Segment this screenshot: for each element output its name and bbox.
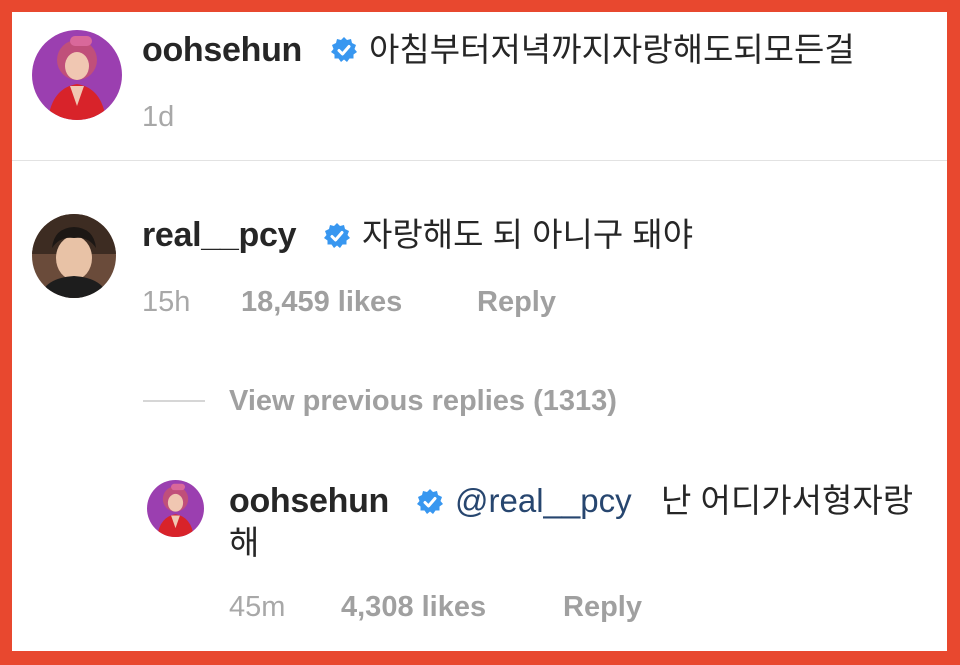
comment-2-username[interactable]: real__pcy bbox=[142, 215, 297, 255]
avatar-real-pcy[interactable] bbox=[32, 214, 116, 298]
view-previous-replies-button[interactable]: View previous replies (1313) bbox=[229, 384, 617, 418]
reply-text-line2: 해 bbox=[229, 524, 260, 561]
comment-2-time: 15h bbox=[142, 286, 191, 318]
comment-divider bbox=[12, 160, 947, 161]
view-replies-line bbox=[143, 400, 205, 402]
reply-mention-link[interactable]: @real__pcy bbox=[455, 481, 632, 521]
comment-1-username[interactable]: oohsehun bbox=[142, 30, 302, 70]
verified-badge-icon bbox=[330, 36, 358, 64]
screenshot-frame: oohsehun 아침부터저녁까지자랑해도되모든걸 1d real__pcy 자… bbox=[0, 0, 960, 665]
avatar-oohsehun[interactable] bbox=[32, 30, 122, 120]
reply-time: 45m bbox=[229, 591, 286, 623]
reply-text-line1: 난 어디가서형자랑 bbox=[661, 482, 914, 519]
verified-badge-icon bbox=[416, 488, 444, 516]
comment-1-text: 아침부터저녁까지자랑해도되모든걸 bbox=[369, 31, 855, 68]
comment-2-text: 자랑해도 되 아니구 돼야 bbox=[362, 216, 694, 253]
avatar-oohsehun-reply-image bbox=[147, 480, 204, 537]
verified-badge-icon bbox=[323, 222, 351, 250]
avatar-real-pcy-image bbox=[32, 214, 116, 298]
avatar-oohsehun-image bbox=[32, 30, 122, 120]
reply-likes[interactable]: 4,308 likes bbox=[341, 590, 486, 624]
comment-2-reply-button[interactable]: Reply bbox=[477, 285, 556, 319]
comment-1-time: 1d bbox=[142, 101, 175, 133]
reply-reply-button[interactable]: Reply bbox=[563, 590, 642, 624]
comment-2-likes[interactable]: 18,459 likes bbox=[241, 285, 402, 319]
reply-username[interactable]: oohsehun bbox=[229, 481, 389, 521]
avatar-oohsehun-reply[interactable] bbox=[147, 480, 204, 537]
